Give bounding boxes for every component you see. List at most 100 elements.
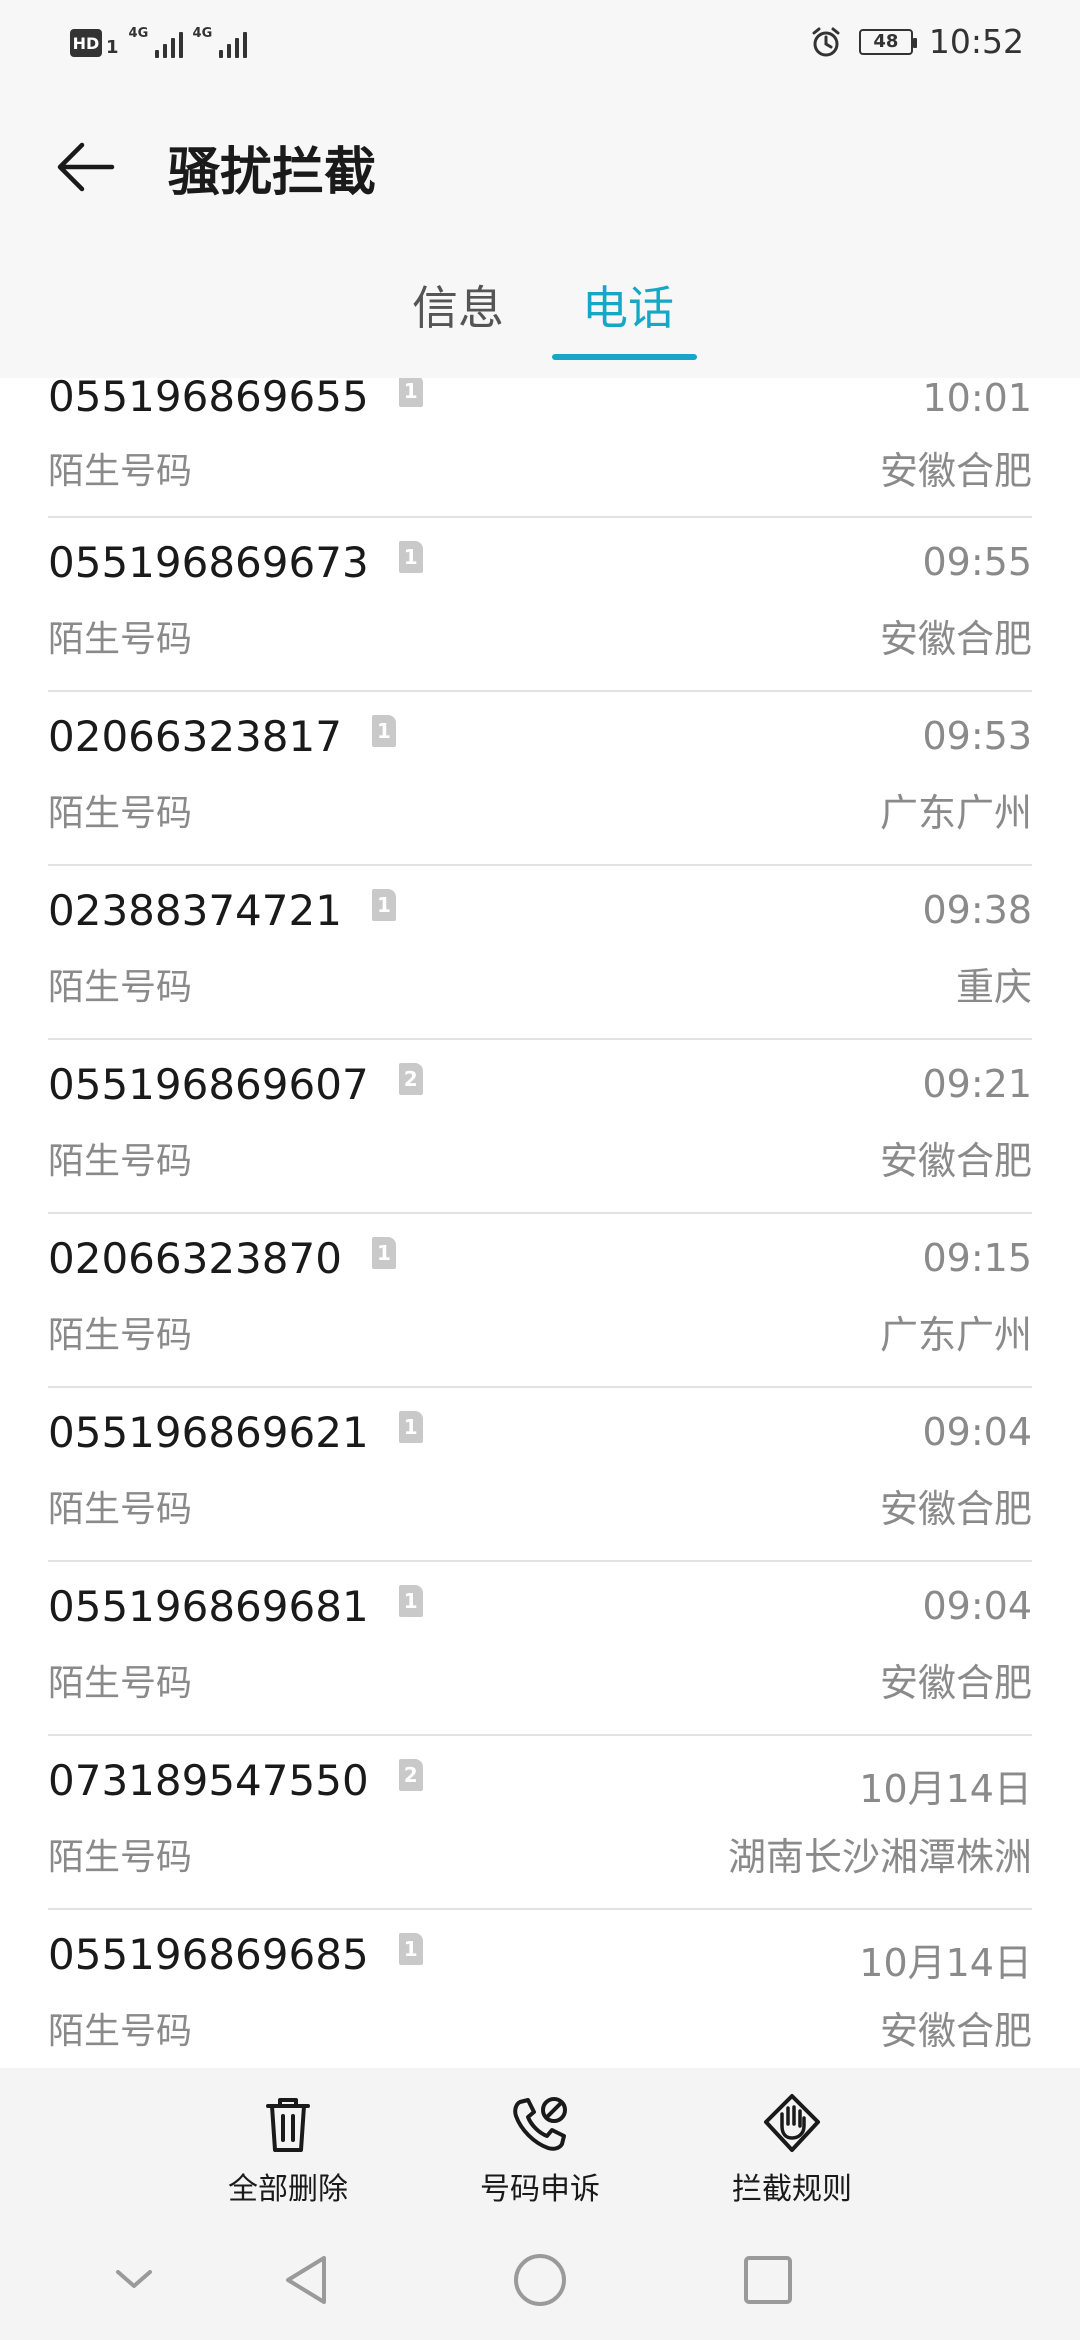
- call-number: 055196869681: [48, 1582, 369, 1631]
- nav-home-button[interactable]: [508, 2248, 572, 2312]
- tab-indicator: [552, 354, 697, 360]
- sim-card-icon: 1: [398, 378, 423, 407]
- nav-recents-button[interactable]: [736, 2248, 800, 2312]
- back-triangle-icon: [286, 2256, 326, 2304]
- signal-icon-1: 4G: [129, 26, 183, 58]
- call-location: 安徽合肥: [879, 1139, 1032, 1183]
- call-number-wrap: 055196869681 1: [48, 1582, 423, 1631]
- call-number-wrap: 055196869655 1: [48, 378, 423, 421]
- nav-back-button[interactable]: [276, 2248, 340, 2312]
- status-left: HD 1 4G 4G: [70, 26, 247, 58]
- call-location: 广东广州: [879, 1313, 1032, 1357]
- blocked-call-list[interactable]: 055196869655 1 陌生号码 10:01 安徽合肥 0551968696…: [0, 378, 1080, 2068]
- sim-card-icon: 1: [371, 888, 396, 921]
- call-label: 陌生号码: [48, 967, 193, 1008]
- call-number: 02066323817: [48, 712, 342, 761]
- call-row[interactable]: 055196869685 1 陌生号码 10月14日 安徽合肥: [48, 1910, 1032, 2068]
- page-title: 骚扰拦截: [168, 143, 377, 203]
- call-number: 055196869655: [48, 378, 369, 421]
- sim-card-icon: 2: [398, 1758, 423, 1791]
- call-time: 10月14日: [859, 1767, 1032, 1811]
- call-time: 09:55: [922, 540, 1032, 584]
- nav-hide-button[interactable]: [102, 2248, 166, 2312]
- call-location: 湖南长沙湘潭株洲: [727, 1835, 1032, 1879]
- block-rules-label: 拦截规则: [732, 2172, 852, 2207]
- call-location: 重庆: [955, 965, 1032, 1009]
- phone-blocked-icon: [513, 2097, 567, 2151]
- call-number: 02388374721: [48, 886, 342, 935]
- call-label: 陌生号码: [48, 1315, 193, 1356]
- call-number-wrap: 055196869621 1: [48, 1408, 423, 1457]
- call-row[interactable]: 073189547550 2 陌生号码 10月14日 湖南长沙湘潭株洲: [48, 1736, 1032, 1910]
- call-label: 陌生号码: [48, 619, 193, 660]
- call-location: 安徽合肥: [879, 617, 1032, 661]
- delete-all-button[interactable]: 全部删除: [198, 2092, 378, 2208]
- sim-sub-label: 1: [106, 36, 119, 58]
- hand-block-icon: [764, 2094, 820, 2152]
- hd-badge: HD: [70, 29, 102, 57]
- call-label: 陌生号码: [48, 2011, 193, 2052]
- tab-messages[interactable]: 信息: [410, 272, 506, 338]
- sim-card-icon: 2: [398, 1062, 423, 1095]
- battery-icon: 48: [858, 28, 917, 55]
- call-number: 055196869607: [48, 1060, 369, 1109]
- call-location: 安徽合肥: [879, 2009, 1032, 2053]
- call-row[interactable]: 055196869621 1 陌生号码 09:04 安徽合肥: [48, 1388, 1032, 1562]
- call-row[interactable]: 02066323817 1 陌生号码 09:53 广东广州: [48, 692, 1032, 866]
- call-time: 09:21: [922, 1062, 1032, 1106]
- call-row[interactable]: 055196869607 2 陌生号码 09:21 安徽合肥: [48, 1040, 1032, 1214]
- tab-bar: 信息 电话: [0, 272, 1080, 378]
- chevron-down-icon: [116, 2270, 152, 2288]
- call-row[interactable]: 02388374721 1 陌生号码 09:38 重庆: [48, 866, 1032, 1040]
- call-number-wrap: 02388374721 1: [48, 886, 396, 935]
- call-location: 安徽合肥: [879, 449, 1032, 493]
- call-time: 09:38: [922, 888, 1032, 932]
- call-label: 陌生号码: [48, 1489, 193, 1530]
- sim-card-icon: 1: [398, 1410, 423, 1443]
- tab-calls[interactable]: 电话: [580, 272, 676, 338]
- call-label: 陌生号码: [48, 793, 193, 834]
- call-number: 055196869621: [48, 1408, 369, 1457]
- call-row[interactable]: 055196869655 1 陌生号码 10:01 安徽合肥: [48, 378, 1032, 518]
- call-time: 09:53: [922, 714, 1032, 758]
- call-row[interactable]: 055196869673 1 陌生号码 09:55 安徽合肥: [48, 518, 1032, 692]
- call-number: 02066323870: [48, 1234, 342, 1283]
- sim-card-icon: 1: [371, 1236, 396, 1269]
- arrow-left-icon: [57, 142, 115, 192]
- bottom-action-bar: 全部删除 号码申诉 拦截规则: [0, 2068, 1080, 2218]
- number-appeal-button[interactable]: 号码申诉: [450, 2092, 630, 2208]
- call-time: 10月14日: [859, 1941, 1032, 1985]
- call-time: 09:04: [922, 1584, 1032, 1628]
- call-number: 073189547550: [48, 1756, 369, 1805]
- battery-level: 48: [873, 31, 899, 52]
- block-rules-button[interactable]: 拦截规则: [702, 2092, 882, 2208]
- call-number-wrap: 02066323817 1: [48, 712, 396, 761]
- call-time: 09:04: [922, 1410, 1032, 1454]
- call-label: 陌生号码: [48, 1837, 193, 1878]
- call-location: 安徽合肥: [879, 1487, 1032, 1531]
- header: 骚扰拦截 信息 电话: [0, 92, 1080, 378]
- sim-card-icon: 1: [398, 1932, 423, 1965]
- system-nav-bar: [0, 2218, 1080, 2340]
- call-number-wrap: 055196869607 2: [48, 1060, 423, 1109]
- status-bar: HD 1 4G 4G 48 10:52: [0, 0, 1080, 92]
- call-number-wrap: 073189547550 2: [48, 1756, 423, 1805]
- alarm-icon: [812, 27, 840, 56]
- call-row[interactable]: 02066323870 1 陌生号码 09:15 广东广州: [48, 1214, 1032, 1388]
- signal-icon-2: 4G: [192, 26, 247, 58]
- status-time: 10:52: [928, 22, 1024, 61]
- network-type-2: 4G: [192, 26, 213, 41]
- call-row[interactable]: 055196869681 1 陌生号码 09:04 安徽合肥: [48, 1562, 1032, 1736]
- call-time: 09:15: [922, 1236, 1032, 1280]
- back-button[interactable]: [50, 132, 120, 202]
- sim-card-icon: 1: [398, 540, 423, 573]
- sim-card-icon: 1: [398, 1584, 423, 1617]
- call-time: 10:01: [922, 378, 1032, 420]
- call-number-wrap: 055196869685 1: [48, 1930, 423, 1979]
- call-number: 055196869685: [48, 1930, 369, 1979]
- call-number: 055196869673: [48, 538, 369, 587]
- call-number-wrap: 055196869673 1: [48, 538, 423, 587]
- sim-card-icon: 1: [371, 714, 396, 747]
- status-right: 48 10:52: [809, 22, 1024, 61]
- call-label: 陌生号码: [48, 451, 193, 492]
